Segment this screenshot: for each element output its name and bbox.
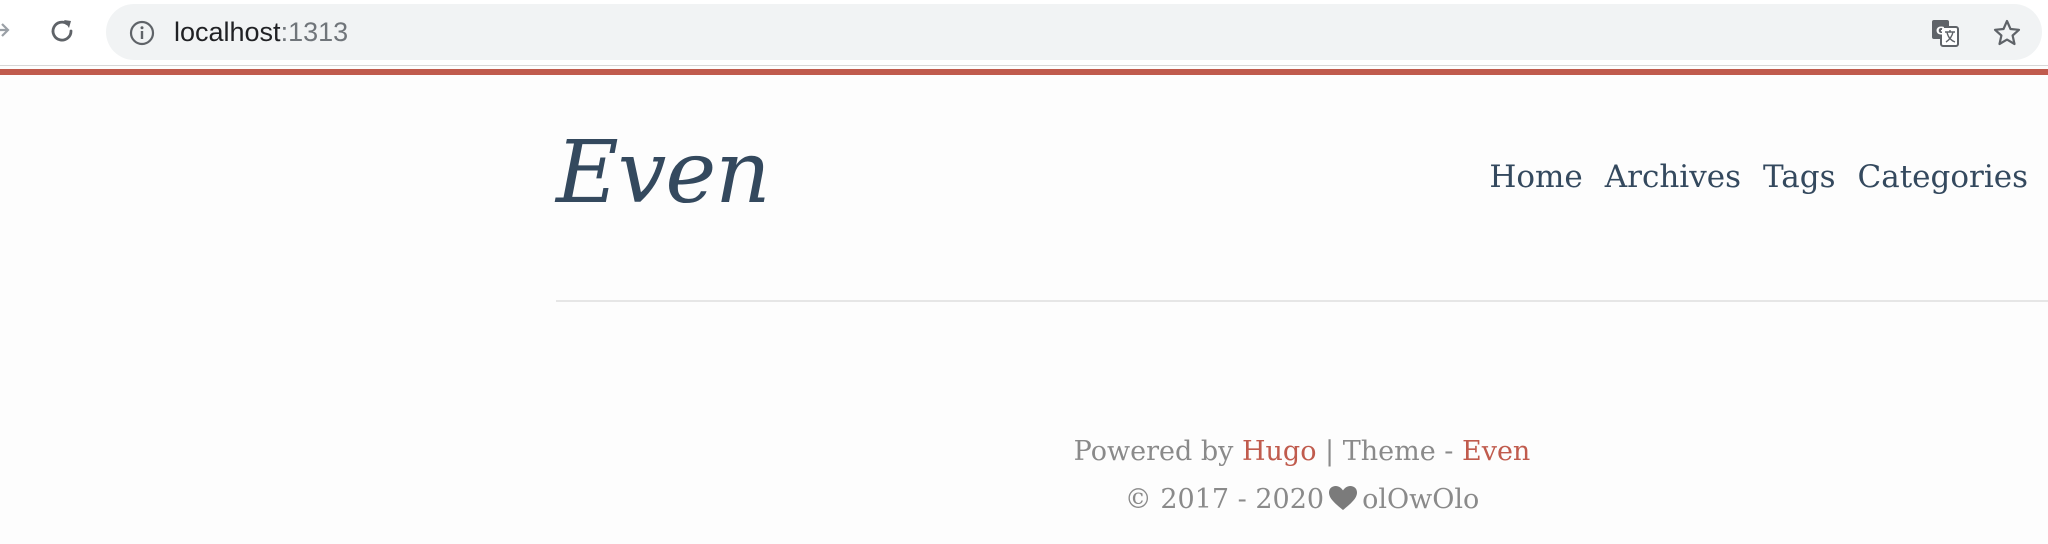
hugo-link[interactable]: Hugo	[1242, 436, 1316, 467]
header-divider	[556, 300, 2048, 302]
nav-home[interactable]: Home	[1489, 159, 1582, 195]
powered-by-line: Powered by Hugo | Theme - Even	[556, 428, 2048, 476]
nav-archives[interactable]: Archives	[1605, 159, 1741, 195]
site-logo[interactable]: Even	[556, 130, 771, 216]
address-port: :1313	[280, 17, 349, 47]
copyright-line: © 2017 - 2020 olOwOlo	[556, 476, 2048, 527]
nav-categories[interactable]: Categories	[1858, 159, 2029, 195]
forward-arrow-icon[interactable]	[0, 14, 14, 46]
theme-even-link[interactable]: Even	[1462, 436, 1530, 467]
address-bar[interactable]: localhost:1313 G	[106, 4, 2042, 60]
star-icon[interactable]	[1990, 16, 2024, 50]
theme-text: | Theme -	[1325, 436, 1454, 467]
copyright-years: © 2017 - 2020	[1124, 484, 1325, 515]
svg-text:G: G	[1936, 25, 1945, 38]
powered-by-text: Powered by	[1073, 436, 1234, 467]
reload-icon[interactable]	[45, 14, 79, 48]
site-nav: Home Archives Tags Categories	[1489, 152, 2029, 202]
address-url[interactable]: localhost:1313	[174, 4, 348, 60]
nav-tags[interactable]: Tags	[1763, 159, 1836, 195]
address-host: localhost	[174, 17, 281, 47]
author-name: olOwOlo	[1362, 484, 1480, 515]
info-icon[interactable]	[128, 19, 156, 47]
translate-icon[interactable]: G	[1928, 17, 1962, 49]
site-footer: Powered by Hugo | Theme - Even © 2017 - …	[556, 428, 2048, 527]
accent-bar	[0, 69, 2048, 75]
browser-toolbar: localhost:1313 G	[0, 0, 2048, 66]
heart-icon	[1328, 479, 1358, 527]
